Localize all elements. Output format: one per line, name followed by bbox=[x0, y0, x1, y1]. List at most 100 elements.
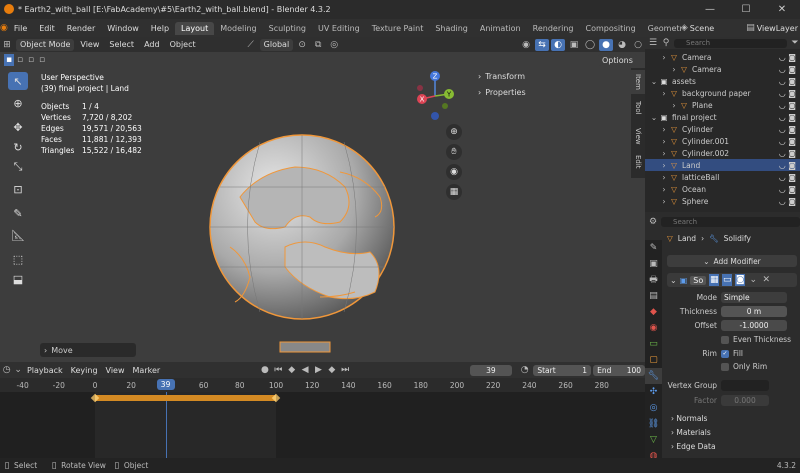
disclosure-icon[interactable]: › bbox=[659, 161, 669, 170]
menu-help[interactable]: Help bbox=[145, 24, 175, 33]
keyframe-hold-bar[interactable] bbox=[95, 395, 276, 401]
panel-transform[interactable]: › Transform bbox=[478, 68, 526, 84]
gizmo-toggle-icon[interactable]: ⇆ bbox=[535, 38, 549, 51]
disclosure-icon[interactable]: ⌄ bbox=[649, 77, 659, 86]
record-icon[interactable]: ● bbox=[258, 364, 271, 376]
tab-texture-paint[interactable]: Texture Paint bbox=[366, 22, 430, 35]
zoom-icon[interactable]: ⊕ bbox=[446, 124, 462, 140]
section-materials[interactable]: › Materials bbox=[671, 426, 716, 440]
close-button[interactable]: ✕ bbox=[764, 4, 800, 15]
earth-globe-model[interactable] bbox=[190, 127, 420, 357]
select-extend-icon[interactable]: ▫ bbox=[15, 54, 25, 66]
playhead-line[interactable] bbox=[165, 392, 167, 458]
mode-dropdown[interactable]: Object Mode bbox=[16, 38, 75, 51]
shading-solid-icon[interactable]: ● bbox=[599, 38, 613, 51]
scale-tool-icon[interactable]: ⤡ bbox=[8, 158, 28, 176]
fill-checkbox[interactable]: ✓ Fill bbox=[721, 349, 743, 358]
disclosure-icon[interactable]: ⌄ bbox=[649, 113, 659, 122]
scene-selector[interactable]: Scene bbox=[688, 24, 716, 33]
visibility-toggle-icon[interactable]: ◡ ◙ bbox=[779, 185, 796, 194]
tool-tab-icon[interactable]: ✎ bbox=[645, 240, 662, 256]
chevron-down-icon[interactable]: ⌄ bbox=[13, 364, 23, 376]
start-frame-field[interactable]: Start 1 bbox=[533, 364, 592, 376]
tab-shading[interactable]: Shading bbox=[429, 22, 474, 35]
factor-field[interactable]: 0.000 bbox=[721, 395, 769, 406]
modifier-name-field[interactable]: So bbox=[690, 275, 707, 285]
menu-file[interactable]: File bbox=[8, 24, 33, 33]
menu-object[interactable]: Object bbox=[166, 40, 200, 49]
blender-menu-icon[interactable]: ◉ bbox=[0, 22, 8, 34]
playhead-frame-label[interactable]: 39 bbox=[156, 379, 175, 390]
section-edge-data[interactable]: › Edge Data bbox=[671, 440, 716, 454]
sidetab-view[interactable]: View bbox=[631, 124, 645, 148]
snap-icon[interactable]: ⧉ bbox=[311, 39, 325, 51]
tab-modeling[interactable]: Modeling bbox=[214, 22, 262, 35]
disclosure-icon[interactable]: › bbox=[669, 65, 679, 74]
add-cube-tool-icon[interactable]: ⬚ bbox=[8, 250, 28, 268]
disclosure-icon[interactable]: › bbox=[659, 197, 669, 206]
data-tab-icon[interactable]: ▽ bbox=[645, 432, 662, 448]
even-thickness-checkbox[interactable]: Even Thickness bbox=[721, 335, 791, 344]
tab-layout[interactable]: Layout bbox=[175, 21, 215, 35]
modifier-tab-icon[interactable]: 🔧︎ bbox=[645, 368, 662, 384]
outliner-type-icon[interactable]: ☰ bbox=[648, 37, 658, 49]
outliner-row[interactable]: › ▽ Cylinder.001 ◡ ◙ bbox=[645, 135, 800, 147]
3d-viewport[interactable]: ▪ ▫ ▫ ▫ ↖ ⊕ ✥ ↻ ⤡ ⊡ ✎ 📐︎ ⬚ ⬓ User Perspe… bbox=[0, 52, 645, 362]
outliner-row[interactable]: › ▽ Plane ◡ ◙ bbox=[645, 99, 800, 111]
properties-type-icon[interactable]: ⚙ bbox=[648, 216, 658, 228]
outliner-row[interactable]: › ▽ Camera ◡ ◙ bbox=[645, 51, 800, 63]
tab-rendering[interactable]: Rendering bbox=[527, 22, 580, 35]
visibility-icon[interactable]: ◉ bbox=[519, 39, 533, 51]
visibility-toggle-icon[interactable]: ◡ ◙ bbox=[779, 149, 796, 158]
shading-material-icon[interactable]: ◕ bbox=[615, 39, 629, 51]
outliner-row[interactable]: › ▽ background paper ◡ ◙ bbox=[645, 87, 800, 99]
disclosure-icon[interactable]: › bbox=[669, 101, 679, 110]
move-tool-icon[interactable]: ✥ bbox=[8, 118, 28, 136]
filter-icon[interactable]: ⏷ bbox=[790, 37, 800, 49]
select-subtract-icon[interactable]: ▫ bbox=[26, 54, 36, 66]
disclosure-icon[interactable]: › bbox=[659, 149, 669, 158]
pan-hand-icon[interactable]: ✋︎ bbox=[446, 144, 462, 160]
transform-tool-icon[interactable]: ⊡ bbox=[8, 180, 28, 198]
shading-rendered-icon[interactable]: ○ bbox=[631, 39, 645, 51]
proportional-edit-icon[interactable]: ◎ bbox=[327, 39, 341, 51]
sidetab-edit[interactable]: Edit bbox=[631, 150, 645, 174]
visibility-toggle-icon[interactable]: ◡ ◙ bbox=[779, 77, 796, 86]
disclosure-icon[interactable]: › bbox=[659, 185, 669, 194]
menu-window[interactable]: Window bbox=[101, 24, 145, 33]
options-dropdown[interactable]: Options bbox=[598, 54, 637, 66]
visibility-toggle-icon[interactable]: ◡ ◙ bbox=[779, 173, 796, 182]
visibility-toggle-icon[interactable]: ◡ ◙ bbox=[779, 137, 796, 146]
minimize-button[interactable]: — bbox=[692, 4, 728, 15]
view-layer-tab-icon[interactable]: ▤ bbox=[645, 288, 662, 304]
disclosure-icon[interactable]: › bbox=[659, 53, 669, 62]
view-layer-selector[interactable]: ViewLayer bbox=[755, 24, 800, 33]
visibility-toggle-icon[interactable]: ◡ ◙ bbox=[779, 89, 796, 98]
disclosure-icon[interactable]: › bbox=[659, 89, 669, 98]
outliner-row[interactable]: › ▽ Ocean ◡ ◙ bbox=[645, 183, 800, 195]
select-box-tool-icon[interactable]: ↖ bbox=[8, 72, 28, 90]
thickness-field[interactable]: 0 m bbox=[721, 306, 787, 317]
last-operator-panel[interactable]: › Move bbox=[40, 343, 136, 357]
orientation-dropdown[interactable]: Global bbox=[259, 38, 294, 51]
sidetab-item[interactable]: Item bbox=[631, 70, 645, 94]
render-toggle-icon[interactable]: ◙ bbox=[735, 274, 746, 286]
disclosure-icon[interactable]: › bbox=[659, 137, 669, 146]
outliner-row[interactable]: › ▽ Sphere ◡ ◙ bbox=[645, 195, 800, 207]
menu-select[interactable]: Select bbox=[105, 40, 138, 49]
chevron-down-icon[interactable]: ⌄ bbox=[670, 276, 677, 285]
overlay-toggle-icon[interactable]: ◐ bbox=[551, 38, 565, 51]
jump-end-icon[interactable]: ⏭ bbox=[339, 364, 352, 376]
menu-edit[interactable]: Edit bbox=[33, 24, 61, 33]
outliner-row[interactable]: › ▽ Camera ◡ ◙ bbox=[645, 63, 800, 75]
visibility-toggle-icon[interactable]: ◡ ◙ bbox=[779, 161, 796, 170]
output-tab-icon[interactable]: 🖶︎ bbox=[645, 272, 662, 288]
stopwatch-icon[interactable]: ◔ bbox=[518, 364, 531, 376]
physics-tab-icon[interactable]: ◎ bbox=[645, 400, 662, 416]
object-tab-icon[interactable]: ▢ bbox=[645, 352, 662, 368]
tab-sculpting[interactable]: Sculpting bbox=[263, 22, 312, 35]
rotate-tool-icon[interactable]: ↻ bbox=[8, 138, 28, 156]
xray-icon[interactable]: ▣ bbox=[567, 39, 581, 51]
menu-timeline-view[interactable]: View bbox=[102, 366, 129, 375]
tab-animation[interactable]: Animation bbox=[474, 22, 527, 35]
